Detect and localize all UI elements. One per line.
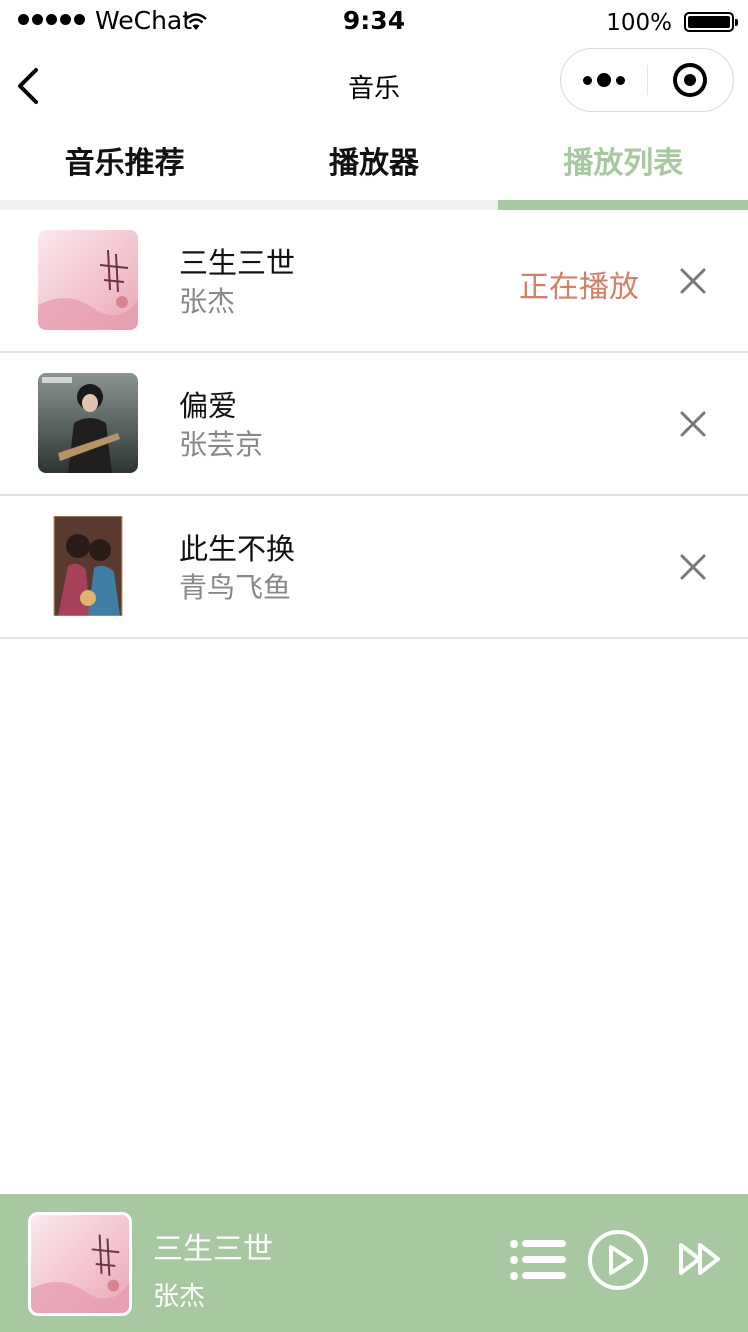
player-artist: 张杰 [153, 1282, 206, 1312]
capsule-divider [647, 65, 648, 95]
now-playing-label: 正在播放 [519, 270, 639, 305]
target-close-icon[interactable] [673, 63, 707, 97]
album-cover [38, 373, 138, 473]
song-title: 三生三世 [179, 246, 296, 280]
playlist-icon[interactable] [508, 1238, 568, 1286]
remove-close-icon[interactable] [674, 548, 712, 586]
playlist-item[interactable]: 此生不换 青鸟飞鱼 [0, 496, 748, 639]
playlist-item[interactable]: 偏爱 张芸京 [0, 353, 748, 496]
player-album-cover[interactable] [28, 1212, 132, 1316]
navigation-bar: 音乐 [0, 44, 748, 128]
tab-playlist[interactable]: 播放列表 [499, 128, 748, 200]
song-title: 此生不换 [179, 532, 296, 566]
playlist-item[interactable]: 三生三世 张杰 正在播放 [0, 210, 748, 353]
album-cover [38, 230, 138, 330]
song-artist: 青鸟飞鱼 [179, 571, 292, 604]
tab-music-recommend[interactable]: 音乐推荐 [0, 128, 249, 200]
tab-bar: 音乐推荐 播放器 播放列表 [0, 128, 748, 200]
next-icon[interactable] [678, 1242, 724, 1280]
tab-player[interactable]: 播放器 [249, 128, 498, 200]
song-title: 偏爱 [179, 389, 238, 423]
play-circle-icon[interactable] [586, 1228, 650, 1296]
song-artist: 张杰 [179, 285, 236, 318]
album-cover [38, 516, 138, 616]
mini-program-capsule [560, 48, 734, 112]
battery-icon [684, 12, 738, 32]
remove-close-icon[interactable] [674, 262, 712, 300]
playlist: 三生三世 张杰 正在播放 偏爱 张芸京 此生不换 青鸟飞鱼 [0, 210, 748, 639]
battery-percent: 100% [606, 10, 672, 36]
remove-close-icon[interactable] [674, 405, 712, 443]
status-bar: WeChat 9:34 100% [0, 0, 748, 44]
player-song-title: 三生三世 [153, 1232, 273, 1267]
song-artist: 张芸京 [179, 428, 264, 461]
tab-indicator [498, 200, 748, 210]
more-dots-icon[interactable] [573, 61, 635, 99]
mini-player: 三生三世 张杰 [0, 1194, 748, 1332]
